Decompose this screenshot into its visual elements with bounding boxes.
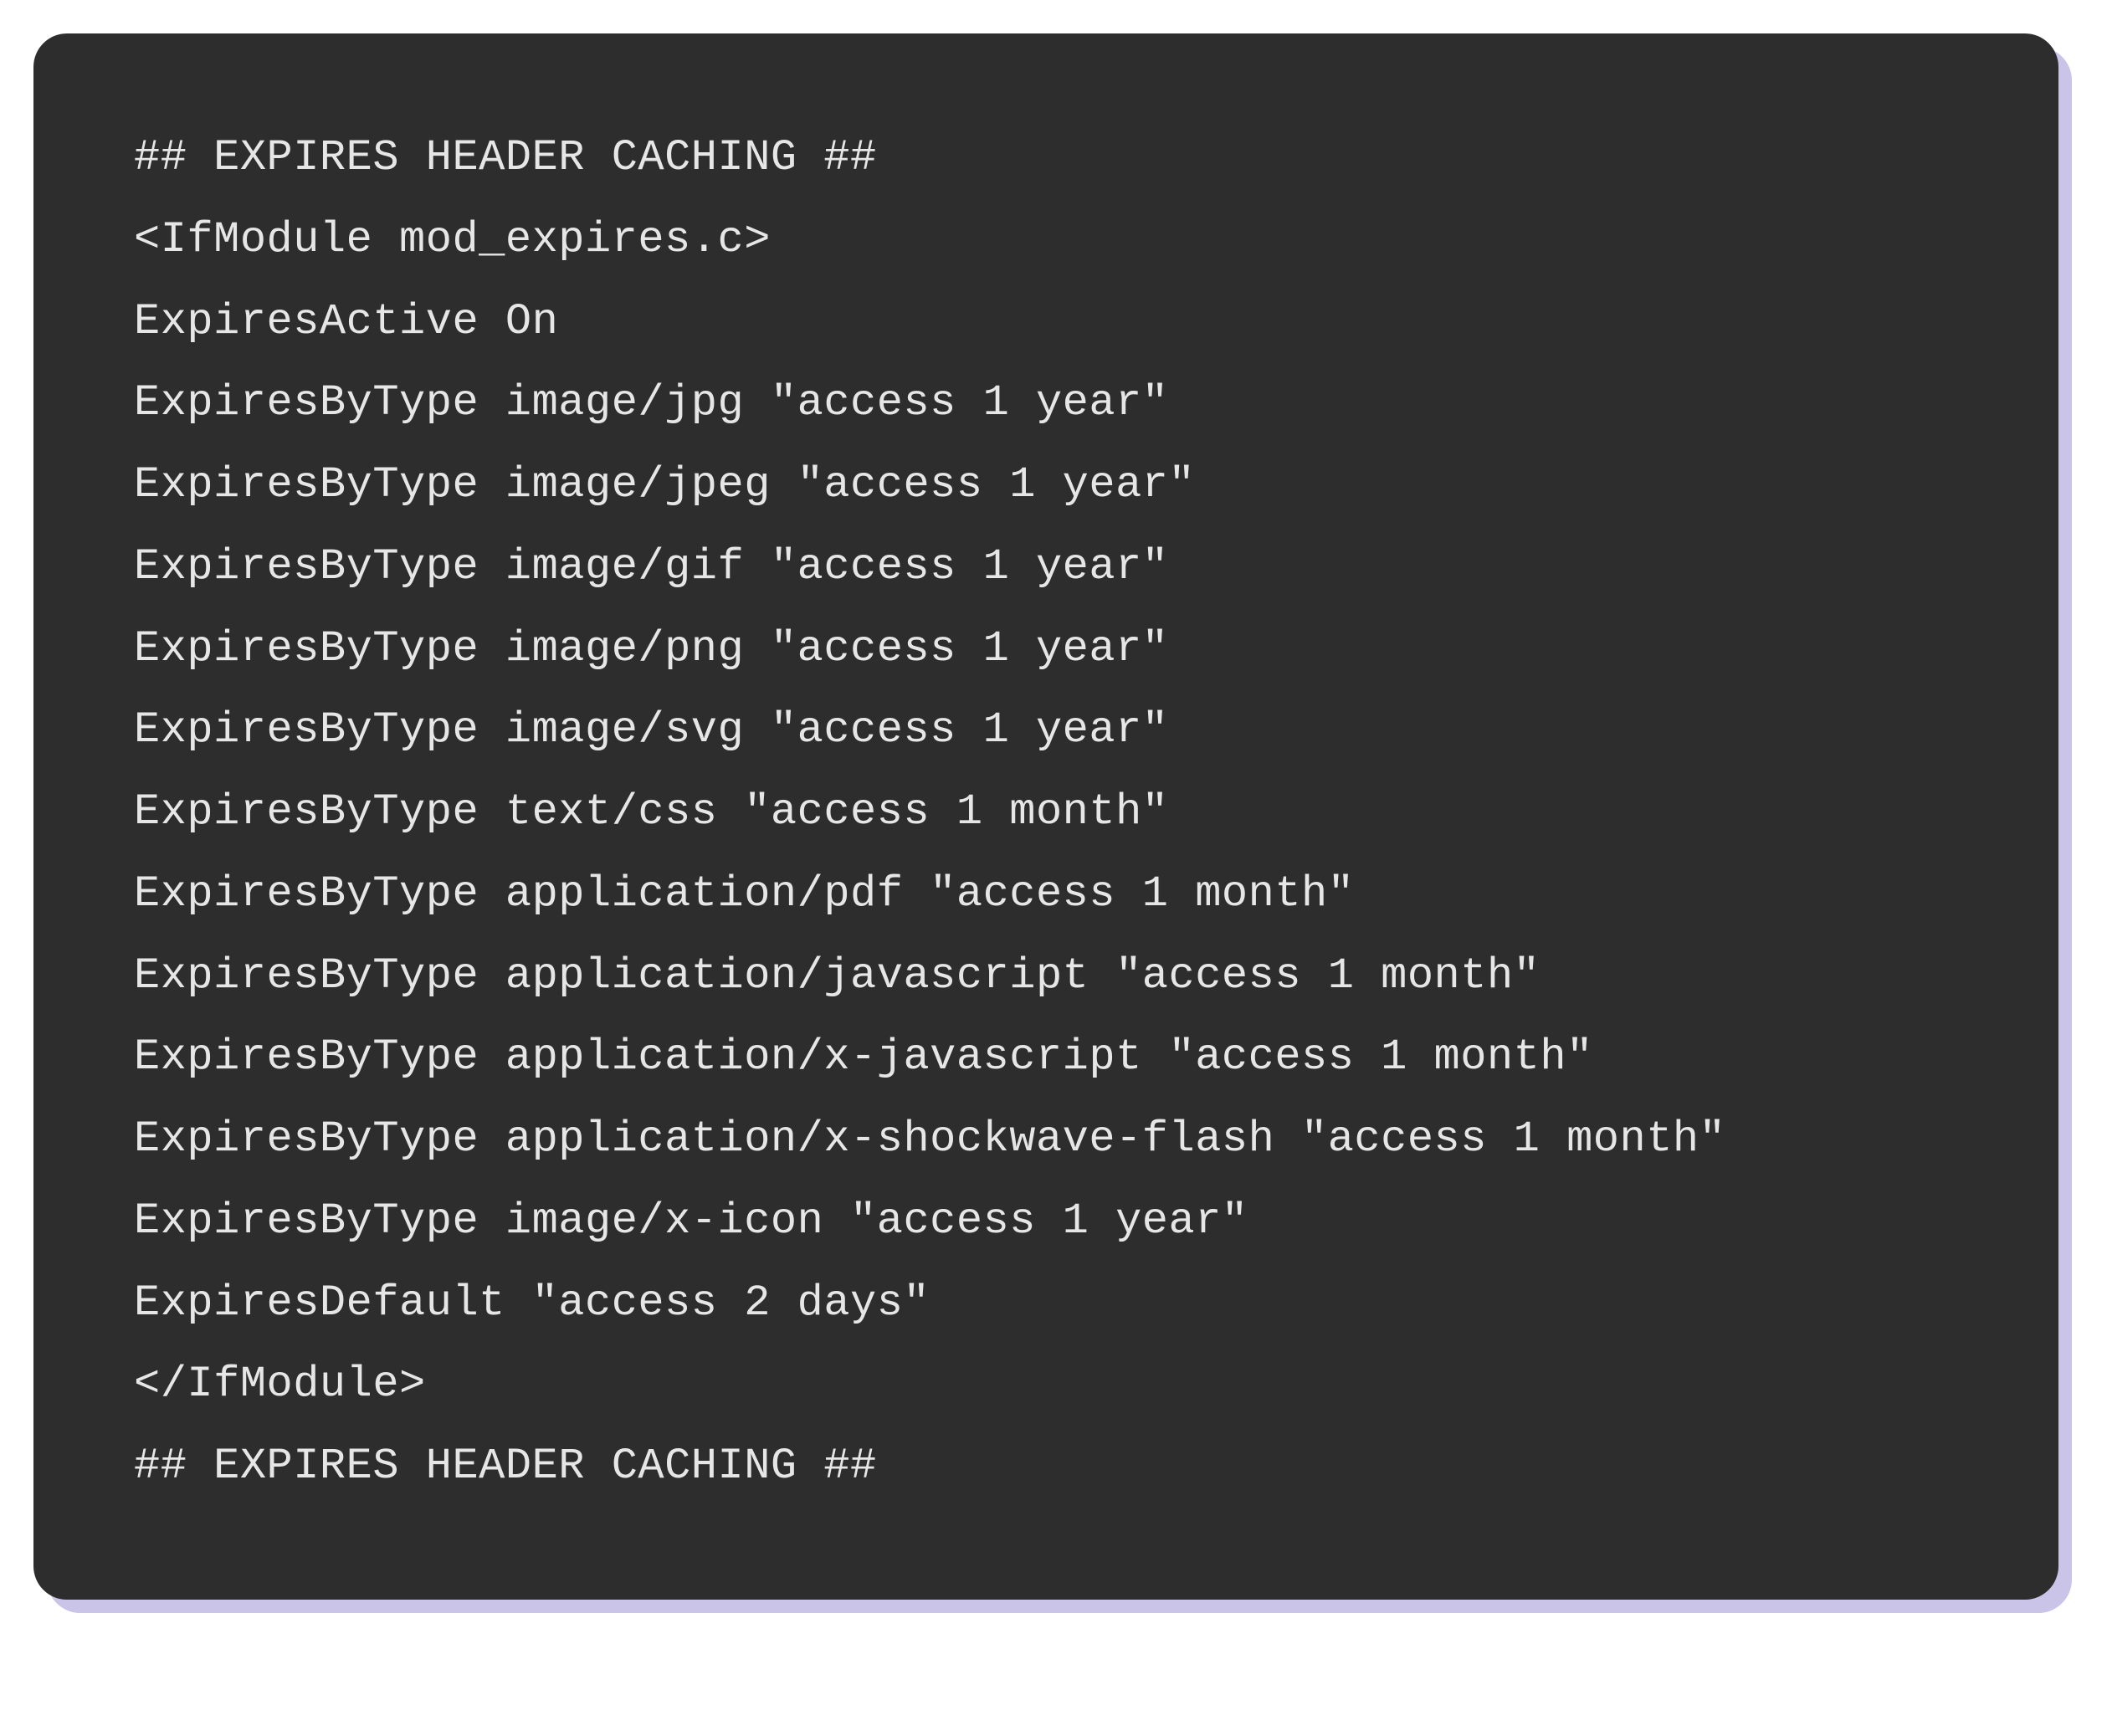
code-snippet-card: ## EXPIRES HEADER CACHING ## <IfModule m… — [33, 33, 2058, 1600]
code-content: ## EXPIRES HEADER CACHING ## <IfModule m… — [134, 117, 1966, 1508]
